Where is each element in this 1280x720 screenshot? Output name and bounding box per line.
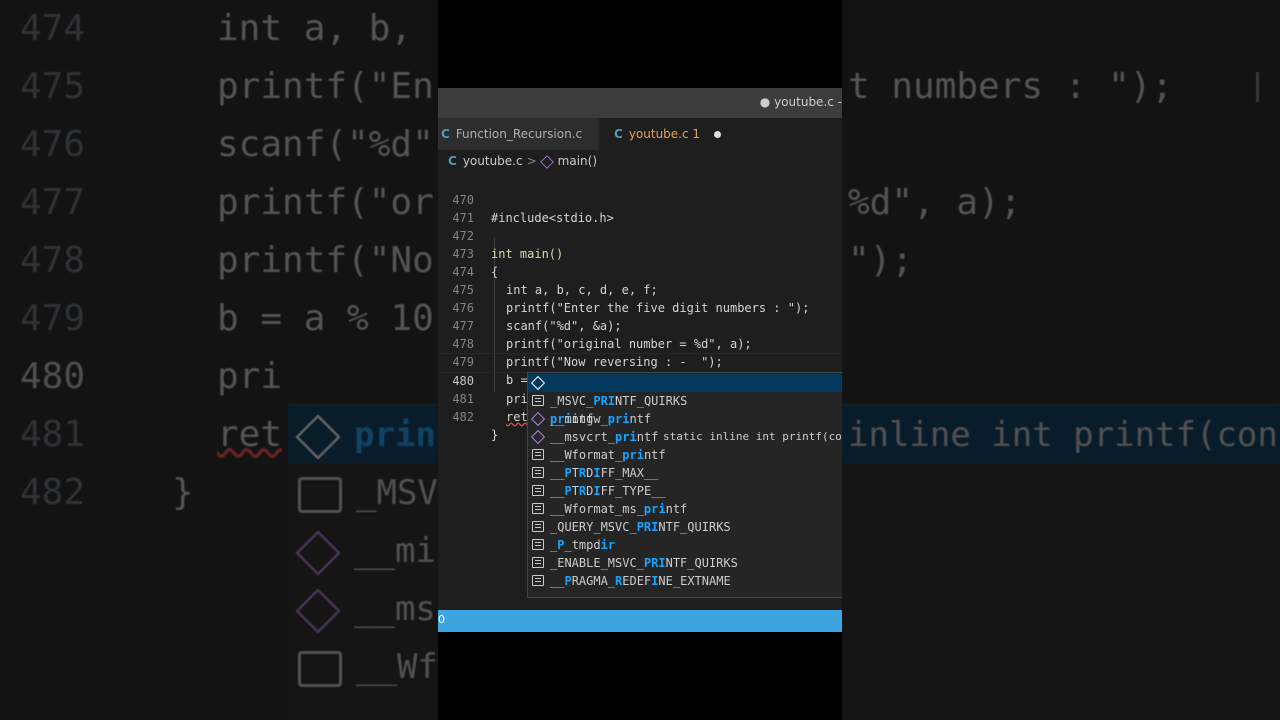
suggest-item[interactable]: __PTRDIFF_MAX__ bbox=[528, 464, 842, 482]
constant-icon bbox=[532, 485, 544, 496]
title-bar: ● youtube.c - bbox=[438, 88, 842, 118]
suggest-label: __Wformat_ms_printf bbox=[550, 502, 688, 516]
suggest-item[interactable]: __Wformat_printf bbox=[528, 446, 842, 464]
code-line: 475 printf("Enter the five digit numbers… bbox=[438, 263, 842, 315]
code-line: 473 { bbox=[438, 227, 842, 279]
code-line: 477 printf("original number = %d", a); bbox=[438, 299, 842, 351]
breadcrumb-symbol[interactable]: main() bbox=[558, 154, 597, 168]
constant-icon bbox=[532, 575, 544, 586]
status-bar: 0 bbox=[438, 610, 842, 632]
line-number: 482 bbox=[452, 410, 474, 424]
line-text: ret bbox=[506, 410, 528, 424]
suggest-label: __msvcrt_printf bbox=[550, 430, 659, 444]
suggest-label: _ENABLE_MSVC_PRINTF_QUIRKS bbox=[550, 556, 738, 570]
suggest-label: __PTRDIFF_MAX__ bbox=[550, 466, 659, 480]
code-line: 476 scanf("%d", &a); bbox=[438, 281, 842, 333]
c-file-icon: C bbox=[441, 127, 450, 141]
constant-icon bbox=[532, 539, 544, 550]
suggest-item[interactable]: __PRAGMA_REDEFINE_EXTNAME bbox=[528, 572, 842, 590]
tab-label: youtube.c 1 bbox=[628, 127, 701, 141]
cube-icon bbox=[530, 411, 546, 427]
suggest-item[interactable]: _P_tmpdir bbox=[528, 536, 842, 554]
constant-icon bbox=[532, 395, 544, 406]
suggest-item[interactable]: __mingw_printf bbox=[528, 410, 842, 428]
suggest-item[interactable]: _MSVC_PRINTF_QUIRKS bbox=[528, 392, 842, 410]
cube-icon bbox=[539, 154, 554, 169]
cube-icon bbox=[530, 429, 546, 445]
line-text: } bbox=[491, 428, 499, 442]
code-editor[interactable]: 470 #include<stdio.h> 471 472 int main()… bbox=[438, 172, 842, 610]
editor-window: ● youtube.c - C Function_Recursion.c Cyou… bbox=[438, 0, 842, 720]
chevron-right-icon: > bbox=[526, 154, 537, 168]
tab-bar: C Function_Recursion.c Cyoutube.c 1 bbox=[438, 118, 842, 150]
suggest-label: _QUERY_MSVC_PRINTF_QUIRKS bbox=[550, 520, 731, 534]
suggest-label: __PTRDIFF_TYPE__ bbox=[550, 484, 666, 498]
status-text[interactable]: 0 bbox=[438, 613, 445, 626]
suggest-item[interactable]: __msvcrt_printf bbox=[528, 428, 842, 446]
tab-youtube[interactable]: Cyoutube.c 1 bbox=[600, 118, 842, 150]
constant-icon bbox=[532, 467, 544, 478]
code-line: 471 bbox=[438, 191, 842, 225]
constant-icon bbox=[532, 557, 544, 568]
tab-label: Function_Recursion.c bbox=[455, 127, 583, 141]
code-line-current: 480 pri bbox=[438, 353, 842, 407]
window-title: ● youtube.c - bbox=[759, 95, 842, 109]
c-file-icon: C bbox=[614, 127, 623, 141]
suggest-label: _P_tmpdir bbox=[550, 538, 616, 552]
suggest-item[interactable]: __Wformat_ms_printf bbox=[528, 500, 842, 518]
suggest-label: __PRAGMA_REDEFINE_EXTNAME bbox=[550, 574, 731, 588]
code-line: 479 b = a % 10; bbox=[438, 335, 842, 387]
breadcrumb: Cyoutube.c > main() bbox=[438, 150, 842, 172]
cube-icon bbox=[530, 375, 546, 391]
right-shade bbox=[842, 0, 1280, 720]
suggest-item[interactable]: _QUERY_MSVC_PRINTF_QUIRKS bbox=[528, 518, 842, 536]
code-line: 478 printf("Now reversing : - "); bbox=[438, 317, 842, 369]
c-file-icon: C bbox=[448, 154, 457, 168]
suggest-label: __mingw_printf bbox=[550, 412, 652, 426]
breadcrumb-file[interactable]: youtube.c bbox=[463, 154, 523, 168]
suggest-label: __Wformat_printf bbox=[550, 448, 666, 462]
suggest-label: _MSVC_PRINTF_QUIRKS bbox=[550, 394, 688, 408]
constant-icon bbox=[532, 521, 544, 532]
unsaved-dot-icon[interactable] bbox=[714, 131, 722, 138]
suggest-item[interactable]: printf static inline int printf(cons bbox=[528, 374, 842, 443]
constant-icon bbox=[532, 449, 544, 460]
code-line: 470 #include<stdio.h> bbox=[438, 173, 842, 225]
code-line: 474 int a, b, c, d, e, f; bbox=[438, 245, 842, 297]
suggest-item[interactable]: __PTRDIFF_TYPE__ bbox=[528, 482, 842, 500]
suggest-item[interactable]: _ENABLE_MSVC_PRINTF_QUIRKS bbox=[528, 554, 842, 572]
code-line: 472 int main() bbox=[438, 209, 842, 261]
constant-icon bbox=[532, 503, 544, 514]
left-shade bbox=[0, 0, 438, 720]
tab-function-recursion[interactable]: C Function_Recursion.c bbox=[438, 118, 598, 150]
suggest-widget: printf static inline int printf(cons _MS… bbox=[527, 372, 842, 598]
